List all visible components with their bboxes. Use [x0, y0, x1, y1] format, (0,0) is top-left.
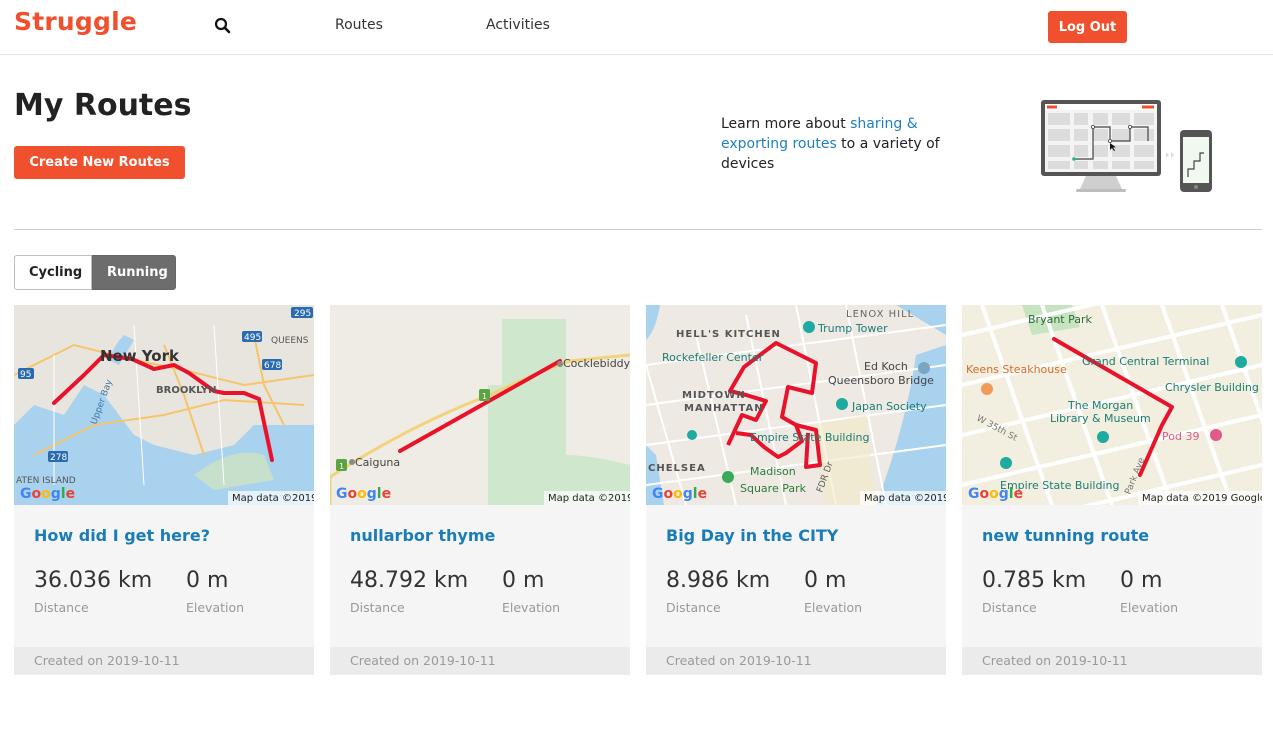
distance-label: Distance [982, 600, 1037, 615]
svg-text:678: 678 [264, 361, 281, 371]
elevation-value: 0 m [804, 568, 847, 593]
svg-text:Library & Museum: Library & Museum [1050, 412, 1151, 425]
distance-value: 8.986 km [666, 568, 771, 593]
sport-filter: Cycling Running [14, 255, 176, 290]
search-icon[interactable] [213, 16, 233, 36]
top-navbar: Struggle Routes Activities Log Out [0, 0, 1273, 55]
page-title: My Routes [14, 88, 192, 123]
svg-text:Ed Koch: Ed Koch [864, 360, 908, 373]
svg-text:Pod 39: Pod 39 [1162, 430, 1199, 443]
nav-routes[interactable]: Routes [335, 17, 383, 33]
svg-text:495: 495 [244, 333, 261, 343]
route-map: LENOX HILL HELL'S KITCHEN Trump Tower Ro… [646, 305, 946, 505]
elevation-label: Elevation [186, 600, 245, 615]
elevation-value: 0 m [186, 568, 229, 593]
created-date: Created on 2019-10-11 [646, 647, 946, 675]
tab-running[interactable]: Running [92, 255, 176, 290]
svg-text:Chrysler Building: Chrysler Building [1165, 381, 1259, 394]
svg-text:Map data ©2019 Google: Map data ©2019 Google [1142, 493, 1262, 504]
svg-text:The Morgan: The Morgan [1067, 399, 1133, 412]
route-card[interactable]: 1 1 Cocklebiddy Caiguna Google Map data … [330, 305, 630, 675]
distance-label: Distance [34, 600, 89, 615]
devices-illustration [1041, 100, 1212, 192]
svg-text:ATEN ISLAND: ATEN ISLAND [16, 476, 76, 486]
svg-text:Google: Google [968, 486, 1023, 502]
created-date: Created on 2019-10-11 [962, 647, 1262, 675]
svg-text:Madison: Madison [750, 465, 796, 478]
promo-text: Learn more about sharing & exporting rou… [721, 114, 981, 174]
svg-text:LENOX HILL: LENOX HILL [846, 309, 914, 320]
svg-text:MIDTOWN: MIDTOWN [682, 390, 746, 401]
svg-text:Grand Central Terminal: Grand Central Terminal [1082, 355, 1209, 368]
route-title[interactable]: new tunning route [982, 526, 1149, 545]
promo-prefix: Learn more about [721, 116, 851, 132]
svg-text:278: 278 [50, 453, 67, 463]
elevation-label: Elevation [1120, 600, 1179, 615]
svg-text:HELL'S KITCHEN: HELL'S KITCHEN [676, 329, 781, 340]
route-title[interactable]: nullarbor thyme [350, 526, 495, 545]
svg-text:Rockefeller Center: Rockefeller Center [662, 351, 764, 364]
svg-text:295: 295 [294, 309, 311, 319]
elevation-value: 0 m [502, 568, 545, 593]
svg-text:Caiguna: Caiguna [355, 456, 400, 469]
route-title[interactable]: Big Day in the CITY [666, 526, 838, 545]
route-map: Bryant Park Grand Central Terminal Keens… [962, 305, 1262, 505]
svg-text:Cocklebiddy: Cocklebiddy [563, 357, 630, 370]
elevation-label: Elevation [502, 600, 561, 615]
tab-cycling[interactable]: Cycling [14, 255, 92, 290]
route-map: 1 1 Cocklebiddy Caiguna Google Map data … [330, 305, 630, 505]
create-routes-button[interactable]: Create New Routes [14, 146, 185, 179]
svg-text:BROOKLYN: BROOKLYN [156, 385, 217, 396]
svg-text:MANHATTAN: MANHATTAN [684, 403, 764, 414]
route-card[interactable]: Bryant Park Grand Central Terminal Keens… [962, 305, 1262, 675]
svg-text:Trump Tower: Trump Tower [817, 322, 888, 335]
created-date: Created on 2019-10-11 [14, 647, 314, 675]
logout-button[interactable]: Log Out [1048, 11, 1127, 43]
section-divider [14, 229, 1262, 230]
nav-activities[interactable]: Activities [486, 17, 550, 33]
distance-value: 0.785 km [982, 568, 1087, 593]
svg-text:1: 1 [482, 392, 487, 401]
svg-text:Google: Google [652, 486, 707, 502]
svg-text:QUEENS: QUEENS [271, 336, 309, 346]
distance-value: 36.036 km [34, 568, 153, 593]
route-map: New York BROOKLYN Upper Bay QUEENS ATEN … [14, 305, 314, 505]
svg-text:Map data ©2019: Map data ©2019 [864, 493, 946, 504]
svg-text:Japan Society: Japan Society [851, 400, 927, 413]
svg-text:Keens Steakhouse: Keens Steakhouse [966, 363, 1067, 376]
route-card[interactable]: LENOX HILL HELL'S KITCHEN Trump Tower Ro… [646, 305, 946, 675]
svg-text:Google: Google [20, 486, 75, 502]
svg-text:Empire State Building: Empire State Building [750, 431, 870, 444]
svg-text:Map data ©2019: Map data ©2019 [232, 493, 314, 504]
elevation-label: Elevation [804, 600, 863, 615]
distance-value: 48.792 km [350, 568, 469, 593]
route-card[interactable]: New York BROOKLYN Upper Bay QUEENS ATEN … [14, 305, 314, 675]
svg-text:CHELSEA: CHELSEA [648, 463, 706, 474]
svg-text:95: 95 [20, 370, 31, 380]
svg-text:Google: Google [336, 486, 391, 502]
svg-text:Bryant Park: Bryant Park [1028, 313, 1093, 326]
distance-label: Distance [666, 600, 721, 615]
svg-text:Map data ©2019: Map data ©2019 [548, 493, 630, 504]
svg-text:Queensboro Bridge: Queensboro Bridge [828, 374, 934, 387]
elevation-value: 0 m [1120, 568, 1163, 593]
svg-text:1: 1 [339, 462, 344, 471]
distance-label: Distance [350, 600, 405, 615]
app-logo[interactable]: Struggle [14, 7, 137, 36]
svg-text:Square Park: Square Park [740, 482, 807, 495]
svg-text:New York: New York [100, 347, 180, 365]
route-title[interactable]: How did I get here? [34, 526, 210, 545]
created-date: Created on 2019-10-11 [330, 647, 630, 675]
